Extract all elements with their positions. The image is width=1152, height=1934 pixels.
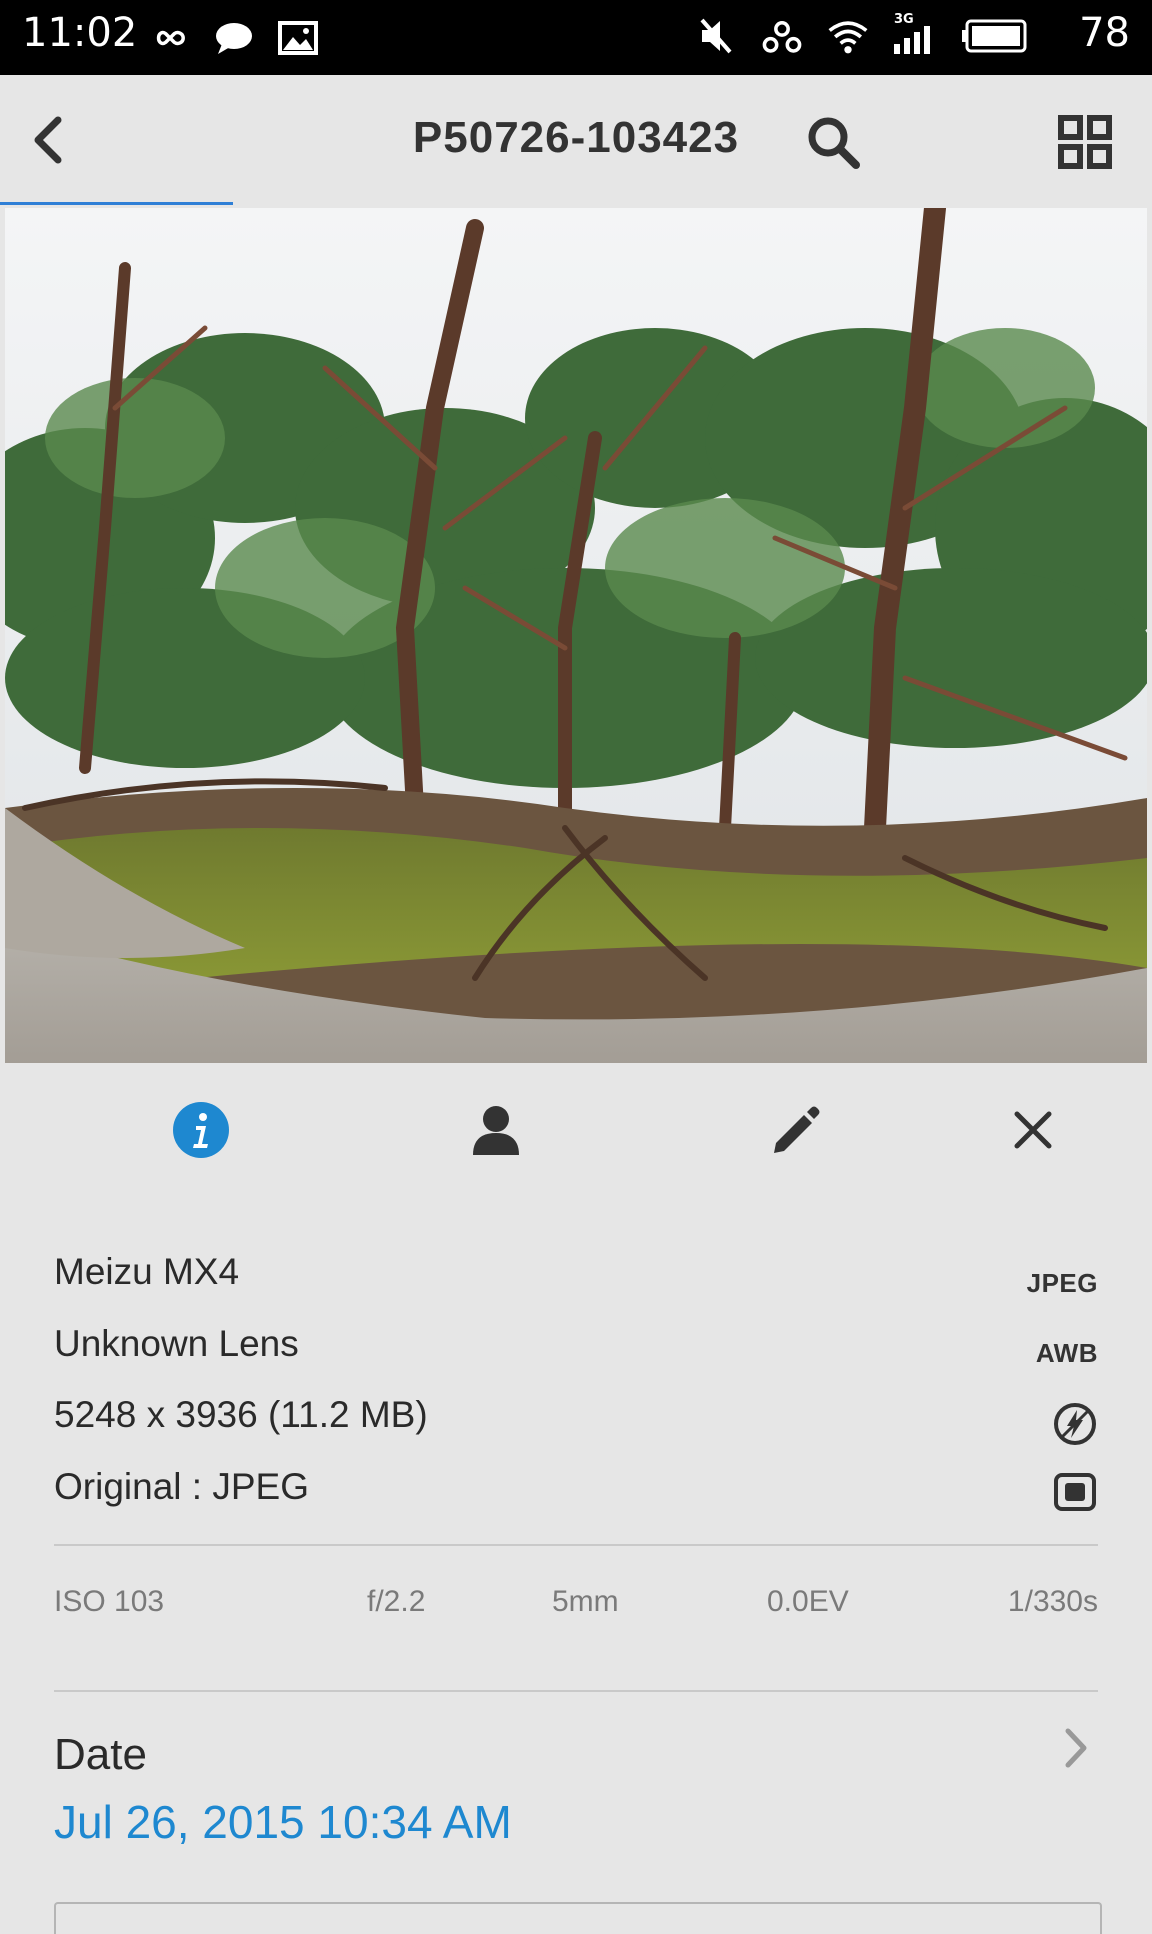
info-tabs — [0, 1065, 1152, 1195]
exif-iso: ISO 103 — [54, 1585, 165, 1618]
mute-icon — [694, 14, 738, 58]
white-balance-badge: AWB — [1035, 1338, 1098, 1368]
divider — [54, 1544, 1098, 1546]
page-title: P50726-103423 — [412, 113, 740, 162]
flash-off-icon — [1053, 1402, 1097, 1451]
chevron-right-icon — [1058, 1725, 1094, 1771]
exif-focal-length: 5mm — [552, 1585, 619, 1618]
infinity-icon — [148, 16, 192, 60]
app-bar: P50726-103423 — [0, 75, 1152, 205]
next-section-card — [54, 1902, 1102, 1934]
person-icon — [473, 1106, 519, 1155]
original-format: Original : JPEG — [54, 1466, 309, 1507]
exif-aperture: f/2.2 — [367, 1585, 426, 1618]
format-badge: JPEG — [1026, 1268, 1098, 1298]
image-dimensions: 5248 x 3936 (11.2 MB) — [54, 1394, 428, 1435]
metering-icon — [1053, 1472, 1097, 1517]
chat-bubble-icon — [212, 16, 256, 60]
pencil-icon — [774, 1106, 820, 1153]
tab-people[interactable] — [461, 1095, 531, 1165]
info-icon — [173, 1102, 229, 1158]
search-button[interactable] — [804, 113, 862, 171]
tab-edit[interactable] — [760, 1095, 830, 1165]
network-type: 3G — [894, 12, 914, 27]
status-bar: 11:02 3G 78 — [0, 0, 1152, 75]
date-value: Jul 26, 2015 10:34 AM — [54, 1796, 512, 1848]
battery-icon — [960, 14, 1030, 58]
exif-exposure-comp: 0.0EV — [767, 1585, 849, 1618]
image-icon — [276, 16, 320, 60]
tab-close[interactable] — [998, 1095, 1068, 1165]
close-icon — [1014, 1111, 1052, 1149]
camera-model: Meizu MX4 — [54, 1251, 240, 1292]
wifi-icon — [826, 14, 870, 58]
status-time: 11:02 — [22, 10, 138, 56]
battery-percent: 78 — [1079, 10, 1130, 56]
signal-icon: 3G — [892, 12, 938, 58]
date-label: Date — [54, 1730, 147, 1779]
tab-info[interactable] — [166, 1095, 236, 1165]
lens-name: Unknown Lens — [54, 1323, 299, 1364]
exif-shutter: 1/330s — [1007, 1585, 1098, 1618]
photo-preview[interactable] — [5, 208, 1147, 1063]
loading-progress — [0, 202, 233, 205]
divider — [54, 1690, 1098, 1692]
grid-view-button[interactable] — [1058, 115, 1112, 169]
hotspot-icon — [760, 14, 804, 58]
